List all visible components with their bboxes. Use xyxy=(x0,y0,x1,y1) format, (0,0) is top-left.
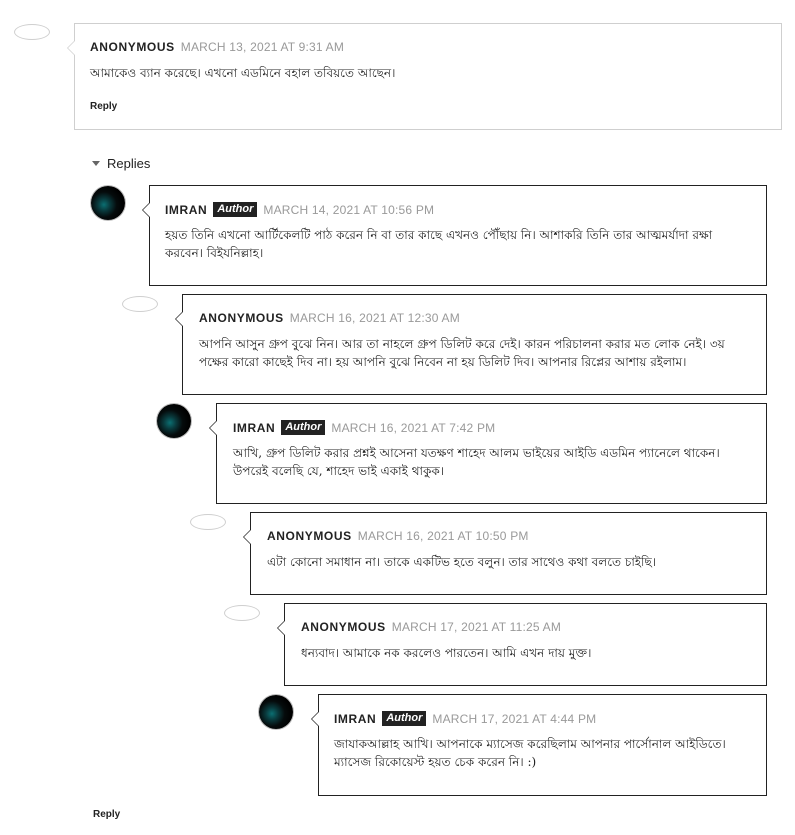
author-badge: Author xyxy=(213,202,258,217)
comment-text: জাযাকআল্লাহ আখি। আপনাকে ম্যাসেজ করেছিলাম… xyxy=(334,737,726,769)
comment-text: ধন্যবাদ। আমাকে নক করলেও পারতেন। আমি এখন … xyxy=(301,646,592,660)
author-avatar[interactable] xyxy=(259,695,293,729)
comment-date[interactable]: MARCH 14, 2021 AT 10:56 PM xyxy=(263,203,434,217)
author-avatar[interactable] xyxy=(157,404,191,438)
comment-date[interactable]: MARCH 17, 2021 AT 11:25 AM xyxy=(392,620,561,634)
comment-author: IMRAN xyxy=(334,711,377,726)
author-badge: Author xyxy=(281,420,326,435)
comment-date[interactable]: MARCH 17, 2021 AT 4:44 PM xyxy=(432,712,596,726)
comment-author: ANONYMOUS xyxy=(301,620,386,634)
comment-card: ANONYMOUS MARCH 16, 2021 AT 12:30 AM আপন… xyxy=(175,294,767,395)
reply-link[interactable]: Reply xyxy=(90,101,117,112)
anonymous-avatar xyxy=(122,296,158,312)
comment-date[interactable]: MARCH 13, 2021 AT 9:31 AM xyxy=(181,40,344,54)
comment-author: ANONYMOUS xyxy=(90,40,175,54)
thread-reply-link[interactable]: Reply xyxy=(93,809,120,820)
comment-author: IMRAN xyxy=(165,202,208,217)
anonymous-avatar xyxy=(14,24,50,40)
author-badge: Author xyxy=(382,711,427,726)
comment-date[interactable]: MARCH 16, 2021 AT 10:50 PM xyxy=(358,529,529,543)
comment-text: এটা কোনো সমাধান না। তাকে একটিভ হতে বলুন।… xyxy=(267,555,657,569)
comment-card: ANONYMOUS MARCH 13, 2021 AT 9:31 AM আমাক… xyxy=(67,23,782,130)
replies-label: Replies xyxy=(107,156,151,171)
comment-text: আখি, গ্রুপ ডিলিট করার প্রশ্নই আসেনা যতক্… xyxy=(233,446,720,478)
comment-date[interactable]: MARCH 16, 2021 AT 7:42 PM xyxy=(331,421,495,435)
comment-card: IMRAN Author MARCH 17, 2021 AT 4:44 PM জ… xyxy=(311,694,767,796)
comment-card: IMRAN Author MARCH 16, 2021 AT 7:42 PM আ… xyxy=(209,403,767,504)
author-avatar[interactable] xyxy=(91,186,125,220)
comment-card: IMRAN Author MARCH 14, 2021 AT 10:56 PM … xyxy=(142,185,767,286)
comment-author: ANONYMOUS xyxy=(267,529,352,543)
caret-down-icon xyxy=(92,161,100,166)
comment-card: ANONYMOUS MARCH 16, 2021 AT 10:50 PM এটা… xyxy=(243,512,767,595)
replies-toggle[interactable]: Replies xyxy=(92,156,150,171)
comment-card: ANONYMOUS MARCH 17, 2021 AT 11:25 AM ধন্… xyxy=(277,603,767,686)
comment-author: IMRAN xyxy=(233,420,276,435)
comment-date[interactable]: MARCH 16, 2021 AT 12:30 AM xyxy=(290,311,460,325)
comment-author: ANONYMOUS xyxy=(199,311,284,325)
comment-text: আপনি আসুন গ্রুপ বুঝে নিন। আর তা নাহলে গ্… xyxy=(199,337,725,369)
anonymous-avatar xyxy=(190,514,226,530)
comment-text: হয়ত তিনি এখনো আর্টিকেলটি পাঠ করেন নি বা… xyxy=(165,228,713,260)
anonymous-avatar xyxy=(224,605,260,621)
comment-text: আমাকেও ব্যান করেছে। এখনো এডমিনে বহাল তবি… xyxy=(90,66,396,80)
